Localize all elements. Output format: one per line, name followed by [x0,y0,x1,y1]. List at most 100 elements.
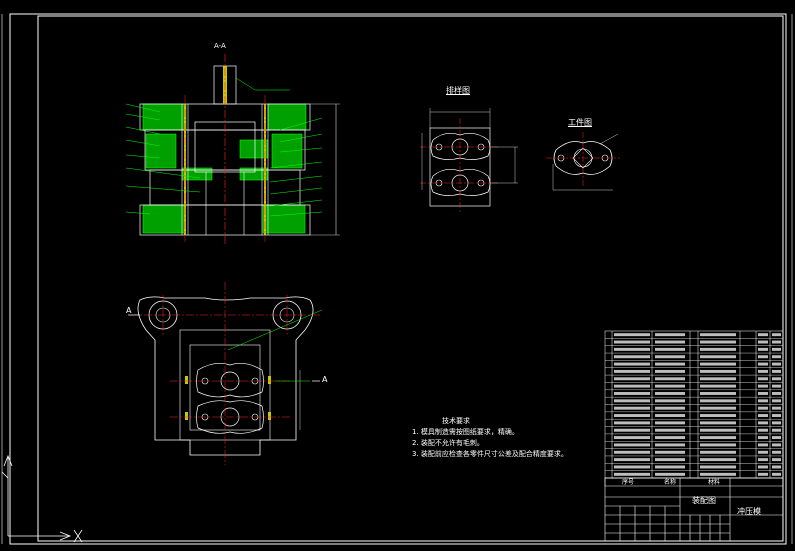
bom-cell-text [700,436,736,440]
bom-cell-text [655,421,685,425]
bom-cell-text [655,340,685,344]
bom-cell-text [614,340,650,344]
bom-cell-text [758,406,768,410]
bom-cell-text [772,450,781,454]
cad-drawing-canvas [1,13,793,545]
section-view-a-a [125,54,340,245]
bom-cell-text [614,333,650,337]
bom-cell-text [772,414,781,417]
bom-cell-text [700,450,736,454]
bom-cell-text [758,443,768,447]
bom-cell-text [772,465,781,469]
bom-cell-text [655,406,685,410]
bom-cell-text [614,436,650,440]
bom-cell-text [614,465,650,469]
bom-cell-text [614,392,650,395]
bom-cell-text [758,450,768,454]
bom-cell-text [700,340,736,344]
bom-cell-text [655,414,685,417]
bom-cell-text [614,362,650,366]
bom-cell-text [772,362,781,366]
bom-footer-name: 名称 [664,479,677,486]
outer-frame [9,13,787,545]
bom-cell-text [772,333,781,337]
bom-cell-text [614,399,650,403]
bom-cell-text [758,369,768,373]
bom-cell-text [700,458,736,462]
bom-cell-text [614,347,650,351]
bom-cell-text [614,450,650,454]
bom-cell-text [614,472,650,476]
bom-cell-text [700,392,736,395]
bom-cell-text [655,369,685,373]
bom-cell-text [772,436,781,440]
bom-cell-text [772,399,781,403]
bom-cell-text [758,347,768,351]
sheet-title: 装配图 [692,496,716,505]
ucs-icon [1,454,83,543]
bom-cell-text [772,406,781,410]
bom-cell-text [758,384,768,388]
part-drawing-title: 工件图 [568,118,592,127]
bom-cell-text [614,428,650,432]
bom-cell-text [758,414,768,417]
view-marker-right: A [322,375,328,384]
bom-cell-text [700,369,736,373]
bom-cell-text [700,362,736,366]
bom-cell-text [614,355,650,359]
bom-cell-text [655,472,685,476]
bom-cell-text [758,436,768,440]
bom-cell-text [655,392,685,395]
bom-cell-text [614,377,650,381]
bom-cell-text [700,421,736,425]
bom-cell-text [772,443,781,447]
bom-cell-text [758,355,768,359]
bom-cell-text [700,377,736,381]
bom-cell-text [772,428,781,432]
bom-cell-text [772,377,781,381]
tech-req-item-2: 2. 装配不允许有毛刺。 [412,439,484,447]
bom-cell-text [655,333,685,337]
bom-cell-text [700,333,736,337]
bom-cell-text [700,443,736,447]
bom-cell-text [655,399,685,403]
bom-cell-text [700,347,736,351]
bom-cell-text [772,347,781,351]
tech-req-item-3: 3. 装配前应检查各零件尺寸公差及配合精度要求。 [412,450,568,458]
bom-cell-text [772,384,781,388]
strip-layout-view [420,108,518,212]
bom-cell-text [655,377,685,381]
bom-cell-text [772,421,781,425]
bom-cell-text [758,399,768,403]
bom-cell-text [772,355,781,359]
view-marker-left: A [126,306,132,315]
bom-cell-text [614,406,650,410]
die-section-hatch [142,103,307,234]
bom-cell-text [655,384,685,388]
bom-cell-text [700,399,736,403]
bom-cell-text [758,362,768,366]
bom-cell-text [655,458,685,462]
bom-cell-text [772,392,781,395]
bom-cell-text [614,384,650,388]
bom-cell-text [758,392,768,395]
inner-frame [37,15,784,542]
section-label-a-a: A-A [214,42,226,50]
part-drawing-view [546,132,620,191]
bom-footer-material: 材料 [708,479,721,486]
bom-cell-text [758,472,768,476]
bom-cell-text [758,333,768,337]
bom-cell-text [700,414,736,417]
bom-cell-text [700,384,736,388]
bom-cell-text [772,472,781,476]
strip-layout-title: 排样图 [446,86,470,95]
bom-cell-text [614,414,650,417]
bom-cell-text [772,458,781,462]
product-name: 冲压模 [737,507,761,516]
bom-cell-text [614,458,650,462]
tech-req-item-1: 1. 模具制造需按图纸要求，精确。 [412,428,519,436]
bom-cell-text [614,369,650,373]
bom-cell-text [655,450,685,454]
bom-cell-text [758,458,768,462]
bom-cell-text [700,472,736,476]
